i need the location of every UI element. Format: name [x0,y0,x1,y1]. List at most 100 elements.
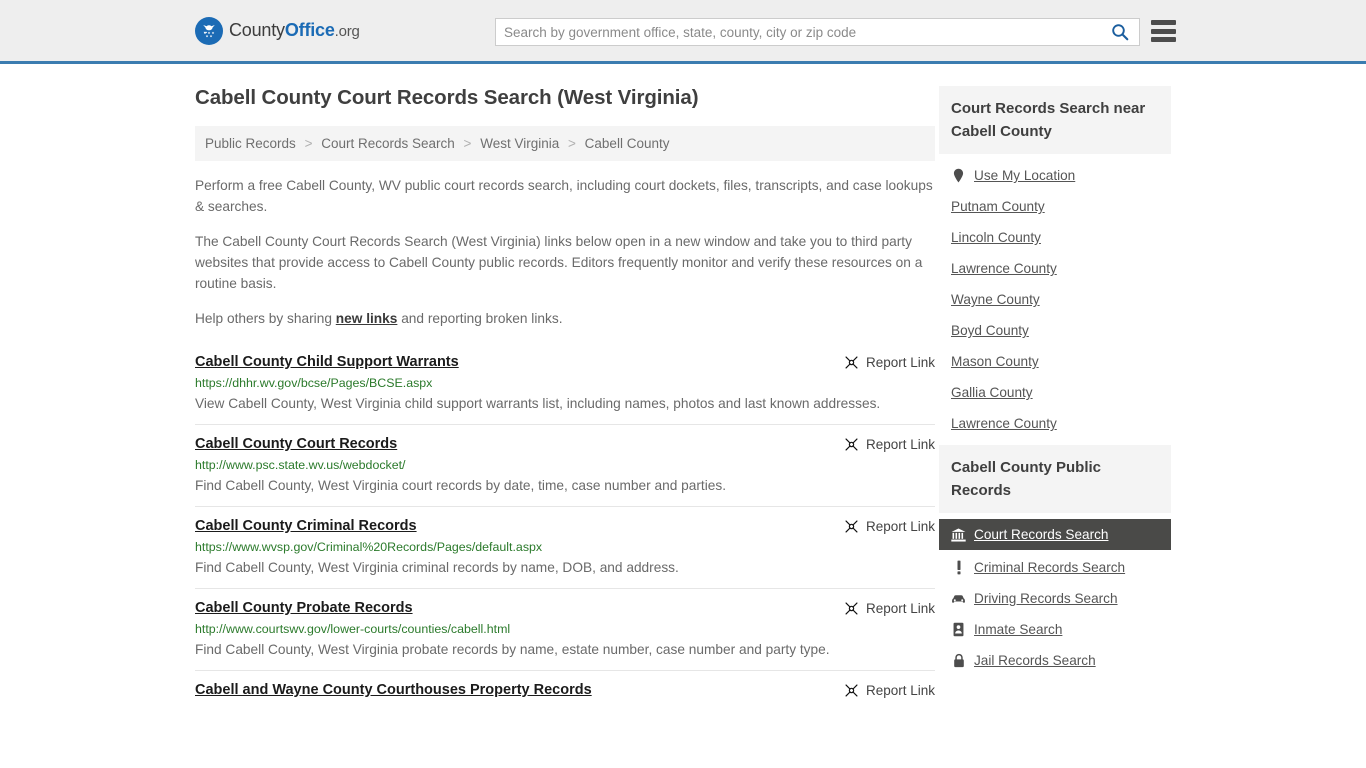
sidebar-record-label: Inmate Search [974,622,1063,637]
sidebar-item-lawrence-county[interactable]: Lawrence County [939,253,1171,284]
sidebar-record-label: Jail Records Search [974,653,1096,668]
sidebar-item-mason-county[interactable]: Mason County [939,346,1171,377]
intro-paragraph-3: Help others by sharing new links and rep… [195,308,935,329]
report-link-label: Report Link [865,601,935,616]
result-title-link[interactable]: Cabell County Probate Records [195,600,413,616]
lock-icon [951,653,966,668]
sidebar-public-records-box: Cabell County Public Records Court Recor… [939,445,1171,676]
broken-link-icon [845,520,858,533]
breadcrumb-separator: > [568,136,576,151]
breadcrumb-item-west-virginia[interactable]: West Virginia [480,136,559,151]
sidebar-nearby-heading: Court Records Search near Cabell County [939,86,1171,154]
sidebar-county-label: Lawrence County [951,261,1057,276]
result-header: Cabell County Child Support Warrants Rep… [195,354,935,370]
intro-paragraph-2: The Cabell County Court Records Search (… [195,234,923,291]
sidebar-item-gallia-county[interactable]: Gallia County [939,377,1171,408]
sidebar-nearby-box: Court Records Search near Cabell County … [939,86,1171,439]
search-icon [1112,24,1129,41]
broken-link-icon [845,438,858,451]
breadcrumb-separator: > [463,136,472,151]
result-title-link[interactable]: Cabell and Wayne County Courthouses Prop… [195,682,592,698]
sidebar-item-driving-records-search[interactable]: Driving Records Search [939,583,1171,614]
report-link-button[interactable]: Report Link [844,682,935,698]
car-icon [951,593,966,605]
logo-text-office: Office [284,20,335,40]
result-url: https://www.wvsp.gov/Criminal%20Records/… [195,540,543,554]
sidebar: Court Records Search near Cabell County … [939,86,1171,682]
sidebar-record-label: Driving Records Search [974,591,1118,606]
search-button[interactable] [1107,23,1139,41]
sidebar-county-label: Wayne County [951,292,1040,307]
sidebar-item-lincoln-county[interactable]: Lincoln County [939,222,1171,253]
map-pin-icon [951,168,966,183]
result-description: View Cabell County, West Virginia child … [195,396,881,411]
hamburger-menu-icon[interactable] [1151,20,1176,42]
result-description: Find Cabell County, West Virginia crimin… [195,560,679,575]
sidebar-county-label: Gallia County [951,385,1033,400]
sidebar-item-wayne-county[interactable]: Wayne County [939,284,1171,315]
sidebar-item-jail-records-search[interactable]: Jail Records Search [939,645,1171,676]
result-description: Find Cabell County, West Virginia court … [195,478,727,493]
report-link-label: Report Link [865,683,935,698]
breadcrumb-separator: > [304,136,313,151]
result-title-link[interactable]: Cabell County Criminal Records [195,518,417,534]
sidebar-item-boyd-county[interactable]: Boyd County [939,315,1171,346]
report-link-button[interactable]: Report Link [844,518,935,534]
result-url: http://www.psc.state.wv.us/webdocket/ [195,458,406,472]
site-logo-text: CountyOffice.org [229,20,360,41]
breadcrumb: Public Records > Court Records Search > … [195,126,935,161]
result-description: Find Cabell County, West Virginia probat… [195,642,830,657]
main-content: Cabell County Court Records Search (West… [195,86,935,708]
logo-text-org: .org [334,23,360,40]
sidebar-public-records-list: Court Records Search Criminal Records Se… [939,513,1171,676]
sidebar-county-label: Lincoln County [951,230,1041,245]
result-url: http://www.courtswv.gov/lower-courts/cou… [195,622,511,636]
result-header: Cabell and Wayne County Courthouses Prop… [195,682,935,698]
result-url: https://dhhr.wv.gov/bcse/Pages/BCSE.aspx [195,376,433,390]
sidebar-county-label: Lawrence County [951,416,1057,431]
search-bar[interactable] [495,18,1140,46]
sidebar-item-lawrence-county-2[interactable]: Lawrence County [939,408,1171,439]
result-item: Cabell County Child Support Warrants Rep… [195,343,935,424]
report-link-label: Report Link [865,519,935,534]
result-item: Cabell County Probate Records Report Lin… [195,588,935,670]
result-item: Cabell County Criminal Records Report Li… [195,506,935,588]
sidebar-item-use-my-location[interactable]: Use My Location [939,160,1171,191]
sidebar-item-putnam-county[interactable]: Putnam County [939,191,1171,222]
sidebar-record-label: Criminal Records Search [974,560,1126,575]
report-link-button[interactable]: Report Link [844,600,935,616]
report-link-button[interactable]: Report Link [844,354,935,370]
breadcrumb-item-public-records[interactable]: Public Records [205,136,296,151]
logo-text-county: County [229,20,285,40]
sidebar-record-label: Court Records Search [974,527,1109,542]
search-input[interactable] [496,19,1107,45]
id-card-icon [951,622,966,637]
sidebar-county-label: Boyd County [951,323,1029,338]
hamburger-bar [1151,37,1176,42]
result-title-link[interactable]: Cabell County Court Records [195,436,397,452]
breadcrumb-item-court-records-search[interactable]: Court Records Search [321,136,455,151]
report-link-button[interactable]: Report Link [844,436,935,452]
result-title-link[interactable]: Cabell County Child Support Warrants [195,354,459,370]
new-links-link[interactable]: new links [336,311,398,326]
sidebar-item-criminal-records-search[interactable]: Criminal Records Search [939,552,1171,583]
result-item: Cabell County Court Records Report Link … [195,424,935,506]
breadcrumb-item-cabell-county[interactable]: Cabell County [585,136,670,151]
page-title: Cabell County Court Records Search (West… [195,86,699,109]
intro-p3-before: Help others by sharing [195,311,336,326]
report-link-label: Report Link [865,437,935,452]
result-header: Cabell County Probate Records Report Lin… [195,600,935,616]
report-link-label: Report Link [865,355,935,370]
broken-link-icon [845,356,858,369]
page-body: Cabell County Court Records Search (West… [0,64,1366,708]
sidebar-public-records-heading: Cabell County Public Records [939,445,1171,513]
site-header: CountyOffice.org [0,0,1366,64]
sidebar-item-court-records-search[interactable]: Court Records Search [939,519,1171,550]
courthouse-icon [951,528,966,542]
sidebar-nearby-list: Use My Location Putnam County Lincoln Co… [939,154,1171,439]
eagle-seal-icon [195,16,223,45]
exclamation-icon [951,560,966,575]
sidebar-item-inmate-search[interactable]: Inmate Search [939,614,1171,645]
site-logo[interactable]: CountyOffice.org [195,16,360,45]
broken-link-icon [845,684,858,697]
